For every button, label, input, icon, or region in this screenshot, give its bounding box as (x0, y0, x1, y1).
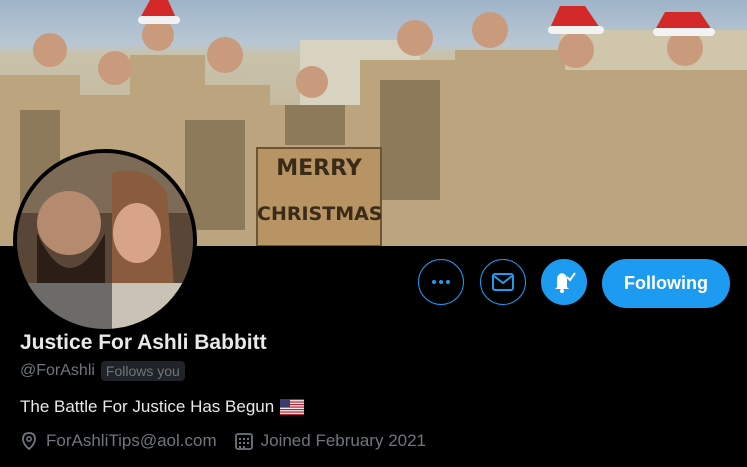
follows-you-badge: Follows you (100, 361, 185, 381)
banner-sign-line-1: MERRY (276, 156, 362, 181)
more-button[interactable] (418, 259, 464, 305)
avatar[interactable] (13, 149, 197, 333)
joined-item: Joined February 2021 (234, 431, 427, 451)
banner-sign-line-2: CHRISTMAS (257, 203, 383, 225)
profile-bio: The Battle For Justice Has Begun (20, 397, 305, 417)
location-item: ForAshliTips@aol.com (20, 431, 217, 451)
calendar-icon (234, 433, 253, 450)
profile-name: Justice For Ashli Babbitt (20, 331, 267, 354)
notifications-button[interactable] (541, 259, 587, 305)
bio-text: The Battle For Justice Has Begun (20, 397, 275, 416)
us-flag-icon (280, 399, 305, 415)
profile-meta: ForAshliTips@aol.com Joined February 202… (20, 431, 444, 451)
location-text: ForAshliTips@aol.com (46, 431, 217, 450)
avatar-photo (17, 153, 193, 329)
following-button[interactable]: Following (602, 259, 730, 308)
handle-row: @ForAshli Follows you (20, 361, 185, 381)
profile-handle: @ForAshli (20, 362, 95, 379)
location-pin-icon (22, 432, 36, 450)
more-dots-icon (432, 280, 450, 284)
message-button[interactable] (480, 259, 526, 305)
joined-text: Joined February 2021 (260, 431, 427, 450)
mail-icon (492, 273, 514, 291)
bell-check-icon (555, 272, 576, 293)
